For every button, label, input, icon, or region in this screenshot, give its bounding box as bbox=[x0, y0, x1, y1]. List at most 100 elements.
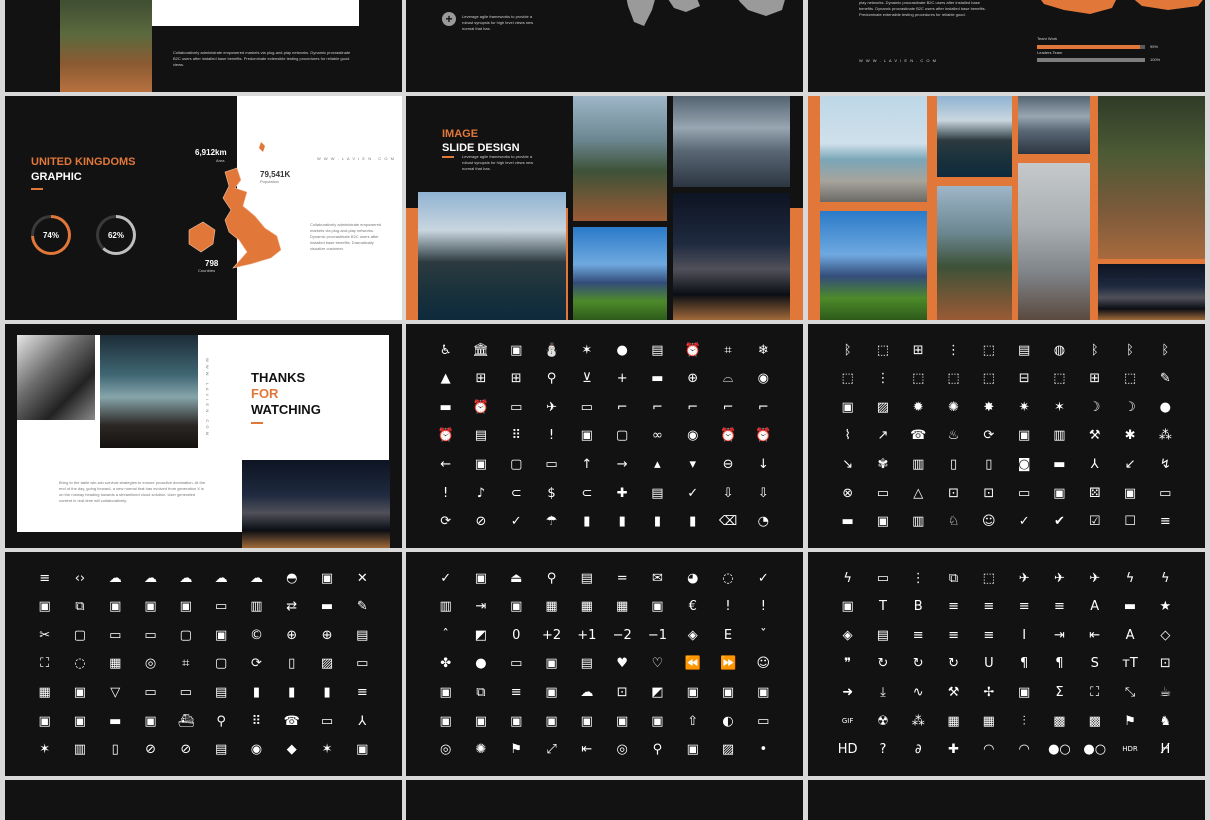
control-point-icon: ⊕ bbox=[286, 627, 298, 643]
id-card-icon: ▭ bbox=[545, 457, 558, 473]
slide-image-design[interactable]: IMAGE SLIDE DESIGN Leverage agile framew… bbox=[406, 96, 803, 320]
contacts-icon: ▣ bbox=[474, 457, 488, 473]
contact-icon: ▣ bbox=[144, 599, 157, 615]
slide-world-map[interactable]: + Leverage agile frameworks to provide a… bbox=[406, 0, 803, 92]
drag-handle-icon: = bbox=[616, 570, 628, 586]
flash-off-icon: ϟ bbox=[1161, 570, 1170, 586]
donut-small-icon: ◌ bbox=[722, 570, 734, 586]
call-received-icon: ↙ bbox=[1124, 457, 1136, 473]
desktop-windows-icon: ▭ bbox=[144, 685, 157, 701]
brightness-6-icon: ✶ bbox=[1053, 399, 1065, 415]
shield-check-icon: ✓ bbox=[510, 514, 522, 530]
slide-icons-2[interactable]: ᛒ ⬚ ⊞ ⋮ ⬚ ▤ ◍ ᛒ ᛒ ᛒ ⬚ ⋮ ⬚ ⬚ ⬚ ⊟ ⬚ ⊞ ⬚ ✎ ▣ ▨ ✹ ✺ ✸ ✷ ✶ ☽ ☽ ● ⌇ ↗ ☎ ♨ ⟳ ▣ ▥ ⚒ ✱ ⁂… bbox=[808, 324, 1205, 548]
flight-takeoff-icon: ✈ bbox=[1053, 570, 1065, 586]
gavel-icon: ⚒ bbox=[947, 685, 960, 701]
slide-partial-1[interactable] bbox=[5, 780, 402, 820]
android-icon: ⛄ bbox=[543, 342, 560, 358]
bubble-chart-icon: ⁂ bbox=[1158, 428, 1172, 444]
format-textdirection-r-icon: ¶ bbox=[1055, 656, 1064, 672]
fingerprint-icon: ◎ bbox=[616, 742, 628, 758]
uk-title-1: UNITED KINGDOMS bbox=[31, 156, 136, 168]
slide-united-kingdoms[interactable]: UNITED KINGDOMS GRAPHIC 74% 62% 6,912km … bbox=[5, 96, 402, 320]
contact-mail-icon: ▣ bbox=[109, 599, 122, 615]
sync-icon: ⟳ bbox=[440, 514, 452, 530]
slide-forest-text[interactable]: Collaboratively administrate empowered m… bbox=[5, 0, 402, 92]
hdr-strong-icon: ●○ bbox=[1083, 742, 1107, 758]
change-history-icon: △ bbox=[913, 485, 924, 501]
format-strikethrough-icon: S bbox=[1090, 656, 1099, 672]
done-icon: ✓ bbox=[757, 570, 769, 586]
grain-icon: ▩ bbox=[1088, 713, 1101, 729]
dialpad-icon: ⠿ bbox=[251, 713, 262, 729]
short-text-2-icon: ≡ bbox=[39, 570, 51, 586]
cliff-photo bbox=[937, 96, 1012, 177]
directions-subway-icon: ▣ bbox=[356, 742, 369, 758]
burst-mode-icon: ▥ bbox=[1053, 428, 1066, 444]
image-title-1: IMAGE bbox=[442, 128, 479, 140]
slide-photo-collage[interactable] bbox=[808, 96, 1205, 320]
filter-3-icon: ▣ bbox=[580, 713, 593, 729]
3d-rotation-icon: ◎ bbox=[144, 656, 157, 672]
image-icon: ▨ bbox=[876, 399, 890, 415]
border-top-icon: ⬚ bbox=[947, 371, 960, 387]
slide-partial-3[interactable] bbox=[808, 780, 1205, 820]
chat-icon: ▭ bbox=[876, 485, 890, 501]
bluetooth-icon: ᛒ bbox=[843, 342, 852, 358]
format-size-icon: тT bbox=[1122, 656, 1138, 672]
crop-5-4-icon: ▭ bbox=[356, 656, 369, 672]
crop-free-icon: ⛶ bbox=[40, 656, 50, 672]
slide-world-map-orange[interactable]: play networks. Dynamic procrastinate B2C… bbox=[808, 0, 1205, 92]
cast-icon: ▭ bbox=[1017, 485, 1031, 501]
format-align-right-icon: ≡ bbox=[948, 599, 959, 615]
format-underlined-icon: U bbox=[984, 656, 994, 672]
help-icon: ? bbox=[879, 742, 887, 758]
crop-rotate-icon: ⟳ bbox=[250, 656, 262, 672]
camera-front-icon: ▯ bbox=[985, 457, 993, 473]
slide-icons-1[interactable]: ♿ 🏛 ▣ ⛄ ✶ ● ▤ ⏰ ⌗ ❄ ▲ ⊞ ⊞ ⚲ ⊻ + ▬ ⊕ ⌓ ◉ ▬ ⏰ ▭ ✈ ▭ ⌐ ⌐ ⌐ ⌐ ⌐ ⏰ ▤ ⠿! ▣ ▢ ∞ ◉ ⏰ ⏰… bbox=[406, 324, 803, 548]
assignment-check-icon: ✓ bbox=[687, 485, 699, 501]
flip-to-front-icon: ⧉ bbox=[948, 570, 959, 586]
pin-icon: ▭ bbox=[757, 713, 770, 729]
slide-thanks[interactable]: W W W . L A V I E N . C O M THANKS FOR W… bbox=[5, 324, 402, 548]
directions-run-icon: ✶ bbox=[39, 742, 51, 758]
gradient-icon: ▩ bbox=[1053, 713, 1066, 729]
check-box-blank-icon: ☐ bbox=[1124, 514, 1136, 530]
title-underline bbox=[31, 188, 43, 190]
format-paint-icon: ▤ bbox=[876, 627, 890, 643]
check-icon: ✓ bbox=[1018, 514, 1030, 530]
attachment-icon: ⊂ bbox=[510, 485, 522, 501]
thanks-line-1: THANKS bbox=[251, 370, 306, 385]
hdr-on-icon: HDR bbox=[1122, 745, 1138, 754]
exposure-neg-1-icon: −1 bbox=[647, 627, 668, 643]
format-quote-icon: ❞ bbox=[844, 656, 852, 672]
format-color-fill-icon: ◈ bbox=[842, 627, 853, 643]
slide-icons-5[interactable]: ϟ ▭ ⋮ ⧉ ⬚ ✈ ✈ ✈ ϟ ϟ ▣ T B ≡ ≡ ≡ ≡ A ▬ ★ ◈ ▤ ≡ ≡ ≡ I ⇥ ⇤ A ◇ ❞ ↻ ↻ ↻ U ¶ ¶ SтT… bbox=[808, 552, 1205, 776]
slide-icons-4[interactable]: ✓ ▣ ⏏ ⚲ ▤ = ✉ ◕ ◌ ✓ ▥ ⇥ ▣ ▦ ▦ ▦ ▣ €!! ˆ ◩ 0 +2 +1 −2 −1 ◈ E ˇ ✤ ● ▭ ▣ ▤ ♥… bbox=[406, 552, 803, 776]
explicit-icon: E bbox=[723, 627, 733, 643]
exposure-neg-2-icon: −2 bbox=[612, 627, 632, 643]
tree-photo bbox=[573, 96, 667, 221]
filter-list-icon: ≡ bbox=[510, 685, 522, 701]
moon-2-icon: ☽ bbox=[1124, 399, 1136, 415]
dollar-icon: $ bbox=[547, 485, 556, 501]
fullscreen-exit-icon: ⤡ bbox=[1124, 685, 1136, 701]
battery-unknown-icon: ▮ bbox=[689, 514, 697, 530]
exposure-plus-2-icon: +2 bbox=[541, 627, 562, 643]
slide-partial-2[interactable] bbox=[406, 780, 803, 820]
event-seat-icon: ▣ bbox=[510, 599, 523, 615]
slide-icons-3[interactable]: ≡ ‹› ☁ ☁ ☁ ☁ ☁ ◓ ▣ ✕ ▣ ⧉ ▣ ▣ ▣ ▭ ▥ ⇄ ▬ ✎ ✂ ▢ ▭ ▭ ▢ ▣ © ⊕ ⊕ ▤ ⛶ ◌ ▦ ◎ ⌗ ▢ ⟳ ▯ ▨… bbox=[5, 552, 402, 776]
contacts-2-icon: ▣ bbox=[179, 599, 192, 615]
hdr-off-icon: H̸ bbox=[1160, 742, 1171, 758]
border-bottom-icon: ⬚ bbox=[1053, 371, 1066, 387]
thanks-line-2: FOR bbox=[251, 386, 279, 401]
data-usage-icon: ◌ bbox=[74, 656, 86, 672]
details-icon: ▽ bbox=[110, 685, 121, 701]
volcano-photo bbox=[820, 211, 927, 320]
card-membership-icon: ▭ bbox=[1159, 485, 1172, 501]
check-box-icon: ☑ bbox=[1088, 514, 1101, 530]
bank-icon: 🏛 bbox=[472, 342, 490, 358]
forward-5-icon: ↻ bbox=[948, 656, 959, 672]
filter-6-icon: ▣ bbox=[474, 713, 488, 729]
cloud-off-icon: ☁ bbox=[179, 570, 193, 586]
border-style-icon: ⬚ bbox=[912, 371, 925, 387]
